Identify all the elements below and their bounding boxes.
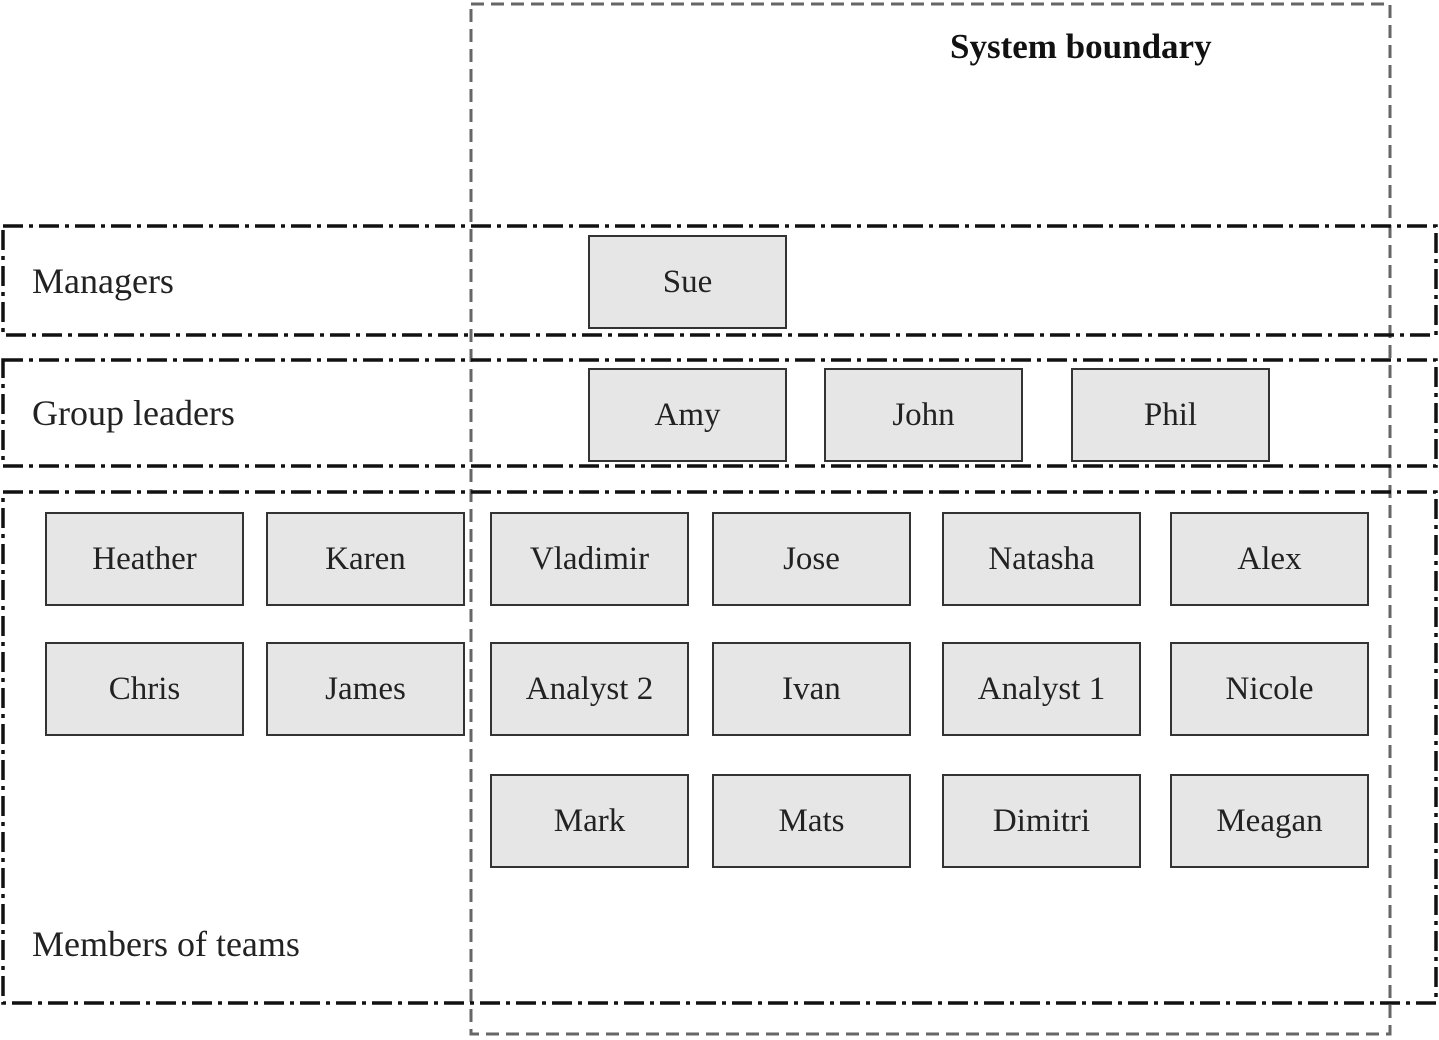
person-box: Mark: [490, 774, 689, 868]
person-box: Alex: [1170, 512, 1369, 606]
band-label-group-leaders: Group leaders: [32, 393, 235, 433]
person-box: Analyst 2: [490, 642, 689, 736]
person-box: Phil: [1071, 368, 1270, 462]
person-box: Amy: [588, 368, 787, 462]
person-box: Vladimir: [490, 512, 689, 606]
person-box: Dimitri: [942, 774, 1141, 868]
person-box: John: [824, 368, 1023, 462]
person-box: Natasha: [942, 512, 1141, 606]
person-box: James: [266, 642, 465, 736]
band-label-managers: Managers: [32, 261, 174, 301]
person-box: Sue: [588, 235, 787, 329]
person-box: Heather: [45, 512, 244, 606]
person-box: Analyst 1: [942, 642, 1141, 736]
system-boundary-label: System boundary: [950, 27, 1212, 66]
person-box: Chris: [45, 642, 244, 736]
person-box: Jose: [712, 512, 911, 606]
band-label-members: Members of teams: [32, 924, 300, 964]
person-box: Ivan: [712, 642, 911, 736]
person-box: Karen: [266, 512, 465, 606]
person-box: Mats: [712, 774, 911, 868]
person-box: Nicole: [1170, 642, 1369, 736]
person-box: Meagan: [1170, 774, 1369, 868]
